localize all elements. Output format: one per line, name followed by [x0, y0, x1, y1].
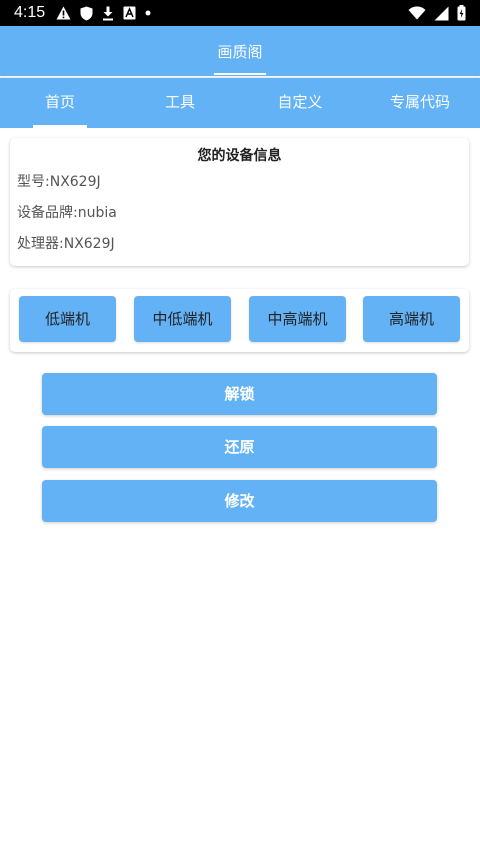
signal-icon — [434, 6, 449, 20]
device-processor: 处理器:NX629J — [17, 236, 115, 252]
device-brand: 设备品牌:nubia — [17, 205, 117, 221]
device-info-title: 您的设备信息 — [197, 148, 282, 164]
download-icon — [103, 6, 113, 20]
system-icons — [408, 4, 466, 22]
shield-icon — [80, 6, 93, 20]
tab-custom[interactable]: 自定义 — [240, 78, 360, 128]
mid-high-end-button[interactable]: 中高端机 — [249, 296, 346, 342]
notification-icons — [56, 4, 151, 22]
modify-button[interactable]: 修改 — [42, 480, 437, 522]
wifi-icon — [408, 6, 426, 20]
tab-tools[interactable]: 工具 — [120, 78, 240, 128]
app-title: 画质阁 — [217, 43, 263, 61]
status-time: 4:15 — [14, 4, 46, 21]
warning-icon — [56, 6, 71, 20]
font-icon — [123, 6, 136, 20]
battery-icon — [457, 5, 466, 21]
restore-button[interactable]: 还原 — [42, 426, 437, 468]
tab-bar: 首页 工具 自定义 专属代码 — [0, 78, 480, 128]
title-underline — [214, 73, 266, 75]
app-bar: 画质阁 — [0, 26, 480, 76]
status-bar: 4:15 — [0, 0, 480, 26]
unlock-button[interactable]: 解锁 — [42, 373, 437, 415]
mid-low-end-button[interactable]: 中低端机 — [134, 296, 231, 342]
high-end-button[interactable]: 高端机 — [363, 296, 460, 342]
tab-indicator — [33, 125, 87, 128]
low-end-button[interactable]: 低端机 — [19, 296, 116, 342]
dot-icon — [145, 10, 151, 16]
device-model: 型号:NX629J — [17, 174, 101, 190]
tab-exclusive-code[interactable]: 专属代码 — [360, 78, 480, 128]
device-level-card: 低端机 中低端机 中高端机 高端机 — [10, 289, 469, 352]
device-info-card: 您的设备信息 型号:NX629J 设备品牌:nubia 处理器:NX629J — [10, 138, 469, 266]
tab-home[interactable]: 首页 — [0, 78, 120, 128]
